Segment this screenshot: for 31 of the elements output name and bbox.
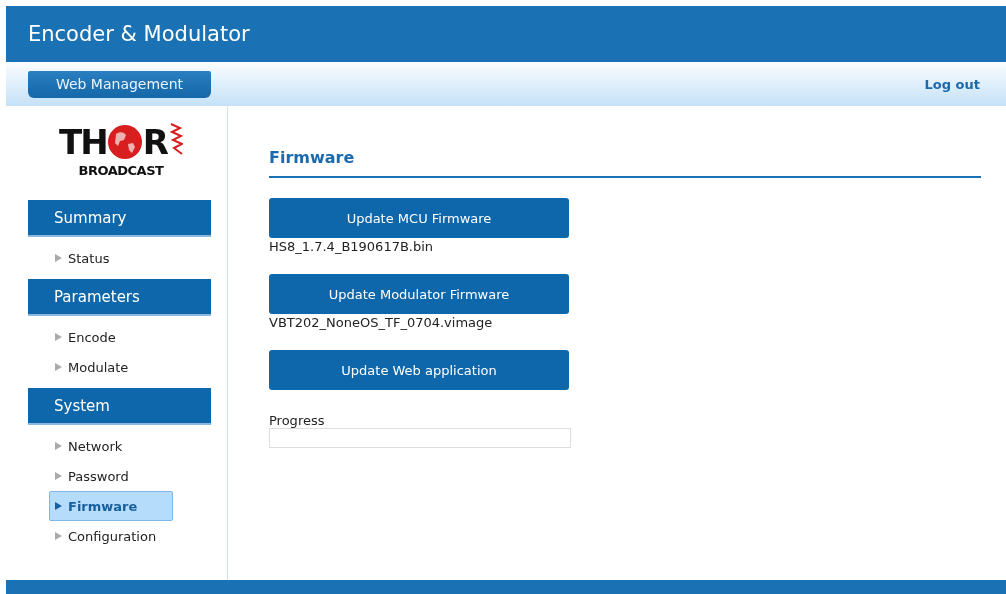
nav-section-header: Summary xyxy=(28,200,211,237)
logout-link[interactable]: Log out xyxy=(924,76,980,92)
nav-item[interactable]: Network xyxy=(49,431,173,461)
app-title: Encoder & Modulator xyxy=(28,22,250,46)
section-title: Firmware xyxy=(269,148,981,178)
logo-text: R xyxy=(142,125,167,159)
triangle-icon xyxy=(55,363,62,371)
nav-section-header: Parameters xyxy=(28,279,211,316)
triangle-icon xyxy=(55,333,62,341)
update-button[interactable]: Update Modulator Firmware xyxy=(269,274,569,314)
globe-icon xyxy=(106,124,143,160)
nav-item[interactable]: Status xyxy=(49,243,173,273)
web-management-tab[interactable]: Web Management xyxy=(28,70,211,98)
logo-text: TH xyxy=(59,125,107,159)
logo-tagline: BROADCAST xyxy=(78,163,164,178)
update-button[interactable]: Update MCU Firmware xyxy=(269,198,569,238)
triangle-icon xyxy=(55,442,62,450)
update-button[interactable]: Update Web application xyxy=(269,350,569,390)
nav-section-header: System xyxy=(28,388,211,425)
triangle-icon xyxy=(55,472,62,480)
nav-item[interactable]: Encode xyxy=(49,322,173,352)
nav-item[interactable]: Configuration xyxy=(49,521,173,551)
nav-item[interactable]: Modulate xyxy=(49,352,173,382)
triangle-icon xyxy=(55,254,62,262)
file-name: HS8_1.7.4_B190617B.bin xyxy=(269,239,435,256)
triangle-icon xyxy=(55,502,62,510)
file-name: VBT202_NoneOS_TF_0704.vimage xyxy=(269,315,494,332)
progress-label: Progress xyxy=(269,413,326,428)
nav-item[interactable]: Password xyxy=(49,461,173,491)
triangle-icon xyxy=(55,532,62,540)
nav-item[interactable]: Firmware xyxy=(49,491,173,521)
